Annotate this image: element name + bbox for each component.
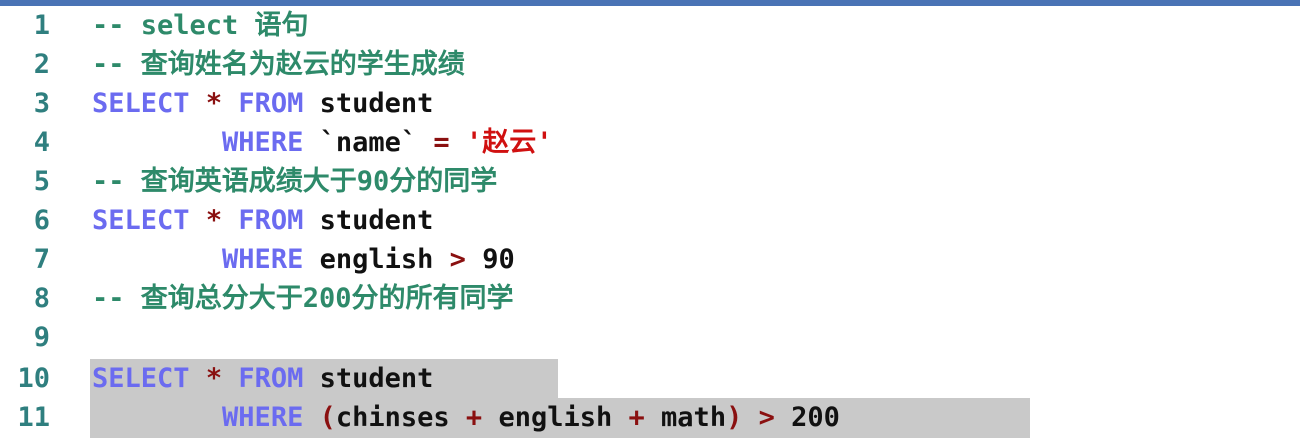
line-number: 11	[17, 402, 50, 433]
code-line[interactable]: 7 WHERE english > 90	[0, 240, 1300, 279]
line-number: 7	[33, 244, 50, 275]
sql-identifier: `name`	[319, 127, 418, 158]
sql-keyword: FROM	[238, 88, 304, 119]
sql-operator: >	[449, 244, 466, 275]
code-line[interactable]: 3 SELECT * FROM student	[0, 84, 1300, 123]
sql-paren: (	[319, 402, 336, 433]
sql-string: '赵云'	[465, 127, 553, 158]
sql-operator: *	[205, 88, 223, 119]
code-text: SELECT * FROM student	[92, 201, 433, 240]
sql-operator: +	[465, 402, 483, 433]
code-line[interactable]: 8 -- 查询总分大于200分的所有同学	[0, 279, 1300, 318]
sql-number: 90	[482, 244, 515, 275]
sql-keyword: SELECT	[92, 363, 190, 394]
sql-number: 200	[791, 402, 840, 433]
sql-operator: *	[205, 363, 223, 394]
code-line[interactable]: 5 -- 查询英语成绩大于90分的同学	[0, 162, 1300, 201]
sql-identifier: student	[319, 205, 434, 236]
code-line[interactable]: 11 WHERE (chinses + english + math) > 20…	[0, 398, 1300, 437]
line-number: 10	[17, 363, 50, 394]
code-line[interactable]: 2 -- 查询姓名为赵云的学生成绩	[0, 45, 1300, 84]
line-number: 1	[33, 10, 50, 41]
sql-keyword: FROM	[238, 205, 304, 236]
line-number: 6	[33, 205, 50, 236]
sql-code-editor[interactable]: 1 -- select 语句 2 -- 查询姓名为赵云的学生成绩 3 SELEC…	[0, 6, 1300, 438]
sql-comment: -- 查询姓名为赵云的学生成绩	[92, 49, 465, 80]
code-line[interactable]: 4 WHERE `name` = '赵云'	[0, 123, 1300, 162]
code-line[interactable]: 10 SELECT * FROM student	[0, 359, 1300, 398]
code-text: -- 查询英语成绩大于90分的同学	[92, 162, 497, 201]
code-text: WHERE (chinses + english + math) > 200	[92, 398, 840, 437]
sql-identifier: math	[661, 402, 727, 433]
line-number: 3	[33, 88, 50, 119]
code-line[interactable]: 1 -- select 语句	[0, 6, 1300, 45]
code-text: SELECT * FROM student	[92, 84, 433, 123]
line-number: 9	[33, 322, 50, 353]
sql-identifier: chinses	[335, 402, 450, 433]
code-text: -- select 语句	[92, 6, 309, 45]
code-line[interactable]: 9	[0, 318, 1300, 357]
line-number: 2	[33, 49, 50, 80]
sql-comment: -- 查询英语成绩大于90分的同学	[92, 166, 498, 197]
code-line[interactable]: 6 SELECT * FROM student	[0, 201, 1300, 240]
sql-comment: -- 查询总分大于200分的所有同学	[92, 283, 514, 314]
sql-identifier: english	[498, 402, 613, 433]
sql-keyword: WHERE	[222, 127, 304, 158]
line-number: 5	[33, 166, 50, 197]
sql-comment: -- select 语句	[92, 10, 309, 41]
code-text: -- 查询姓名为赵云的学生成绩	[92, 45, 465, 84]
sql-identifier: english	[319, 244, 434, 275]
sql-identifier: student	[319, 363, 434, 394]
sql-keyword: SELECT	[92, 88, 190, 119]
sql-operator: *	[205, 205, 223, 236]
code-text: WHERE english > 90	[92, 240, 515, 279]
code-text: WHERE `name` = '赵云'	[92, 123, 552, 162]
sql-identifier: student	[319, 88, 434, 119]
sql-operator: =	[433, 127, 450, 158]
line-number: 8	[33, 283, 50, 314]
sql-operator: >	[758, 402, 775, 433]
sql-operator: +	[628, 402, 645, 433]
line-number: 4	[33, 127, 50, 158]
code-text: SELECT * FROM student	[92, 359, 433, 398]
sql-keyword: WHERE	[222, 402, 304, 433]
sql-keyword: WHERE	[222, 244, 304, 275]
sql-paren: )	[726, 402, 743, 433]
code-text: -- 查询总分大于200分的所有同学	[92, 279, 514, 318]
sql-keyword: SELECT	[92, 205, 190, 236]
sql-keyword: FROM	[238, 363, 304, 394]
